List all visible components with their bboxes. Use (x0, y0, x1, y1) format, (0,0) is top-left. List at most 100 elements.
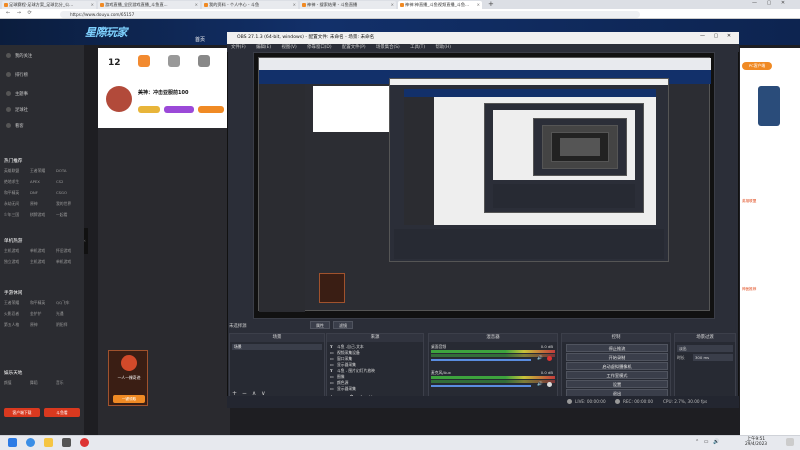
browser-tab[interactable]: 我的资料 - 个人中心 - 斗鱼 × (202, 1, 298, 9)
menu-docks[interactable]: 停靠窗口(D) (307, 45, 331, 50)
category-link[interactable]: 火影忍者 (4, 311, 30, 317)
url-input[interactable]: https://www.douyu.com/65157 (60, 11, 640, 18)
scene-item[interactable]: 场景 (232, 344, 322, 350)
sidebar-item-follow[interactable]: 我的关注 (6, 53, 32, 59)
douyu-watch-button[interactable]: 斗鱼看 (44, 408, 80, 417)
nav-buttons[interactable]: ← → ⟳ (6, 10, 32, 16)
volume-slider[interactable] (431, 359, 531, 361)
windows-start-icon[interactable] (8, 438, 17, 447)
category-link[interactable]: 单机游戏 (56, 259, 82, 265)
virtual-camera-button[interactable]: 启动虚拟摄像机 (566, 362, 668, 370)
close-icon[interactable]: × (391, 1, 394, 9)
follow-button[interactable] (198, 106, 224, 113)
client-download-button[interactable]: 客户端下载 (4, 408, 40, 417)
edge-icon[interactable] (26, 438, 35, 447)
category-link[interactable]: 王者荣耀 (4, 300, 30, 306)
obs-taskbar-icon[interactable] (62, 438, 71, 447)
category-link[interactable]: 光遇 (56, 311, 82, 317)
settings-button[interactable]: 设置 (566, 380, 668, 388)
douyu-taskbar-icon[interactable] (80, 438, 89, 447)
menu-help[interactable]: 帮助(H) (435, 45, 451, 50)
category-link[interactable]: 主机游戏 (30, 259, 56, 265)
category-link[interactable]: 独立游戏 (4, 259, 30, 265)
speaker-icon[interactable]: 🔊 (537, 356, 543, 361)
menu-view[interactable]: 视图(V) (282, 45, 297, 50)
browser-tab[interactable]: 足球赛程-足球方案_足球比分_公... × (2, 1, 96, 9)
sidebar-item-watch[interactable]: 看客 (6, 123, 24, 129)
category-link[interactable]: 英雄联盟 (4, 168, 30, 174)
file-explorer-icon[interactable] (44, 438, 53, 447)
category-link[interactable]: 一起看 (56, 212, 82, 218)
category-link[interactable]: 和平精英 (30, 300, 56, 306)
close-icon[interactable]: × (91, 1, 94, 9)
category-link[interactable]: 王者荣耀 (30, 168, 56, 174)
category-link[interactable]: 舞蹈 (30, 380, 56, 386)
douyu-logo[interactable]: 星際玩家 (85, 24, 128, 40)
menu-tools[interactable]: 工具(T) (410, 45, 425, 50)
browser-tab[interactable]: 游戏直播_全民游戏直播_斗鱼直... × (98, 1, 200, 9)
close-icon[interactable]: × (477, 1, 480, 9)
category-link[interactable]: APEX (30, 179, 56, 185)
category-link[interactable]: 金铲铲 (30, 311, 56, 317)
volume-slider[interactable] (431, 385, 531, 387)
close-icon[interactable]: × (293, 1, 296, 9)
category-link[interactable]: 原神 (30, 201, 56, 207)
studio-mode-button[interactable]: 工作室模式 (566, 371, 668, 379)
category-link[interactable]: 永劫无间 (4, 201, 30, 207)
category-link[interactable]: 主机游戏 (4, 248, 30, 254)
obs-window-controls[interactable]: — ▢ ✕ (700, 33, 731, 39)
category-link[interactable]: 单机游戏 (30, 248, 56, 254)
stop-streaming-button[interactable]: 停止推流 (566, 344, 668, 352)
category-link[interactable]: QQ飞车 (56, 300, 82, 306)
properties-button[interactable]: 属性 (310, 321, 330, 329)
gear-icon[interactable] (547, 382, 552, 387)
speaker-icon[interactable]: 🔊 (537, 382, 543, 387)
system-tray-icons[interactable]: ⌃ ▭ 🔊 (695, 439, 719, 445)
nav-home-link[interactable]: 首页 (195, 36, 205, 43)
category-link[interactable]: 我的世界 (56, 201, 82, 207)
promo-card[interactable]: 一人一棵奇迹 一键领取 (108, 350, 148, 406)
browser-tab[interactable]: 神神 - 搜索结果 - 斗鱼直播 × (300, 1, 396, 9)
category-link[interactable]: 阴阳师 (56, 322, 82, 328)
gift-icon[interactable] (138, 55, 150, 67)
promo-claim-button[interactable]: 一键领取 (113, 395, 145, 403)
browser-tab-active[interactable]: 神神:神直播_斗鱼视频直播_斗鱼... × (398, 1, 482, 9)
calendar-icon[interactable] (198, 55, 210, 67)
menu-profile[interactable]: 配置文件(P) (342, 45, 366, 50)
category-link[interactable]: DOTA (56, 168, 82, 174)
game-ad-image[interactable] (758, 86, 780, 126)
close-icon[interactable]: × (195, 1, 198, 9)
menu-file[interactable]: 文件(F) (231, 45, 246, 50)
category-link[interactable]: CSGO (56, 190, 82, 196)
category-link[interactable]: 怀旧游戏 (56, 248, 82, 254)
category-link[interactable]: 少年三国 (4, 212, 30, 218)
category-link[interactable]: DNF (30, 190, 56, 196)
category-link[interactable]: 棋牌游戏 (30, 212, 56, 218)
filters-button[interactable]: 滤镜 (333, 321, 353, 329)
pc-client-badge[interactable]: PC客户端 (742, 62, 772, 70)
category-link[interactable]: 绝地求生 (4, 179, 30, 185)
gear-icon[interactable] (547, 356, 552, 361)
obs-preview-canvas[interactable] (253, 52, 715, 319)
window-controls[interactable]: — ▢ ✕ (752, 0, 785, 6)
category-link[interactable]: 和平精英 (4, 190, 30, 196)
sidebar-item-rank[interactable]: 排行榜 (6, 72, 28, 78)
signal-icon[interactable] (168, 55, 180, 67)
sidebar-item-topic[interactable]: 主题事 (6, 91, 28, 97)
transition-type-select[interactable]: 淡出 (677, 345, 733, 352)
start-recording-button[interactable]: 开始录制 (566, 353, 668, 361)
menu-scene-collection[interactable]: 场景集合(S) (376, 45, 400, 50)
category-link[interactable]: 第五人格 (4, 322, 30, 328)
sidebar-item-football[interactable]: 足球社 (6, 107, 28, 113)
notification-icon[interactable] (786, 438, 794, 446)
taskbar-clock[interactable]: 上午9:51 29/4/2023 (745, 437, 767, 447)
source-item[interactable]: ▭ 显示器采集 (329, 386, 417, 392)
sidebar-collapse-handle[interactable]: ‹ (84, 228, 88, 254)
category-link[interactable]: CS2 (56, 179, 82, 185)
new-tab-button[interactable]: + (488, 0, 494, 8)
category-link[interactable]: 音乐 (56, 380, 82, 386)
avatar[interactable] (106, 86, 132, 112)
category-link[interactable]: 原神 (30, 322, 56, 328)
duration-input[interactable]: 300 ms (693, 354, 733, 361)
category-link[interactable]: 颜值 (4, 380, 30, 386)
